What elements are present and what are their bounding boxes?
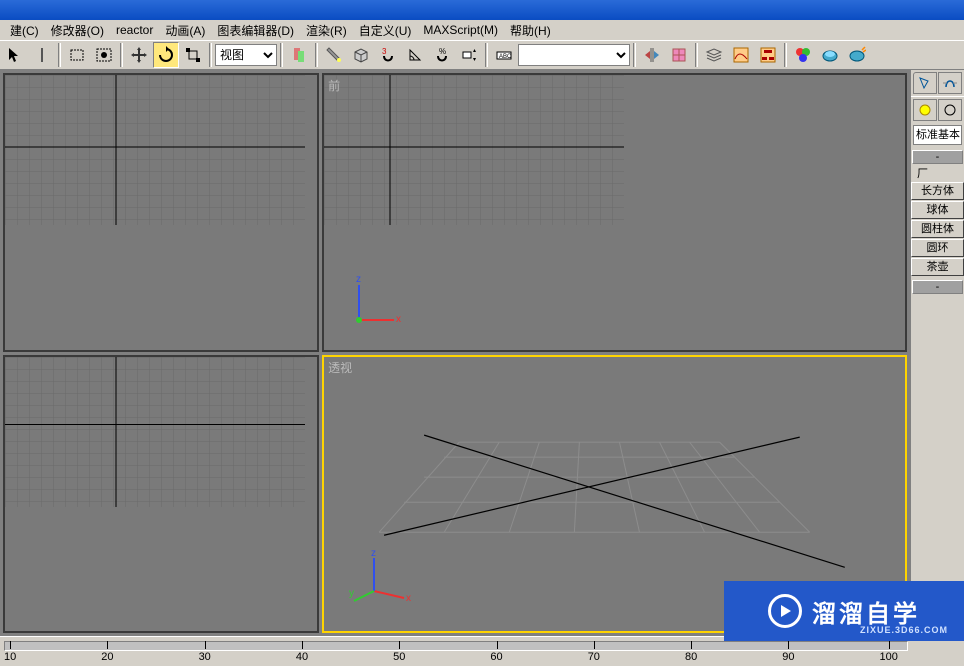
main-toolbar: 视图 3 % ABC: [0, 40, 964, 70]
create-sphere-button[interactable]: 球体: [911, 201, 964, 219]
tool-material-editor-icon[interactable]: [790, 42, 816, 68]
combo-coordinate[interactable]: 视图: [215, 44, 277, 66]
toolbar-separator: [280, 43, 283, 67]
tool-curve-editor-icon[interactable]: [728, 42, 754, 68]
watermark-title: 溜溜自学: [812, 594, 920, 629]
axis-gizmo-icon: x z: [339, 270, 409, 340]
tool-percent-snap[interactable]: %: [429, 42, 455, 68]
toolbar-separator: [485, 43, 488, 67]
tool-move[interactable]: [126, 42, 152, 68]
tool-mirror[interactable]: [639, 42, 665, 68]
tool-snap-3[interactable]: 3: [375, 42, 401, 68]
command-panel: 标准基本 - 厂 长方体 球体 圆柱体 圆环 茶壶 -: [910, 70, 964, 636]
menu-create[interactable]: 建(C): [4, 20, 45, 41]
viewport-grid: [5, 75, 305, 225]
tool-render-icon[interactable]: [817, 42, 843, 68]
tab-create[interactable]: [913, 72, 937, 94]
viewport-top-left[interactable]: [3, 73, 319, 352]
watermark-banner: 溜溜自学 ZIXUE.3D66.COM: [724, 581, 964, 641]
combo-named-selection[interactable]: [518, 44, 630, 66]
svg-text:z: z: [356, 274, 361, 285]
rollout-header[interactable]: -: [912, 150, 963, 164]
tab-modify[interactable]: [938, 72, 962, 94]
tool-align[interactable]: [666, 42, 692, 68]
toolbar-separator: [209, 43, 212, 67]
tool-spinner-snap[interactable]: [456, 42, 482, 68]
create-subtabs: [911, 96, 964, 123]
svg-text:3: 3: [382, 47, 387, 56]
command-panel-tabs: [911, 70, 964, 96]
create-teapot-button[interactable]: 茶壶: [911, 258, 964, 276]
menu-bar: 建(C) 修改器(O) reactor 动画(A) 图表编辑器(D) 渲染(R)…: [0, 20, 964, 40]
create-torus-button[interactable]: 圆环: [911, 239, 964, 257]
rollout-header-2[interactable]: -: [912, 280, 963, 294]
toolbar-separator: [695, 43, 698, 67]
create-type-combo[interactable]: 标准基本: [913, 125, 962, 145]
svg-text:%: %: [439, 47, 446, 56]
tool-pivot-center[interactable]: [286, 42, 312, 68]
tool-vsep-icon[interactable]: [29, 42, 55, 68]
menu-maxscript[interactable]: MAXScript(M): [417, 21, 504, 39]
viewport-front[interactable]: 前 x z: [322, 73, 907, 352]
tool-region-select[interactable]: [64, 42, 90, 68]
time-slider-track[interactable]: [4, 641, 908, 651]
watermark-play-icon: [768, 594, 802, 628]
tool-named-sel[interactable]: ABC: [491, 42, 517, 68]
viewport-grid: [324, 75, 624, 225]
workspace: 前 x z 透视: [0, 70, 964, 636]
menu-help[interactable]: 帮助(H): [504, 20, 557, 41]
viewport-label: 前: [328, 77, 340, 94]
viewport-grid: [5, 357, 305, 507]
watermark-sub: ZIXUE.3D66.COM: [860, 625, 948, 635]
toolbar-separator: [315, 43, 318, 67]
toolbar-separator: [58, 43, 61, 67]
tool-rotate[interactable]: [153, 42, 179, 68]
menu-graph-editor[interactable]: 图表编辑器(D): [211, 20, 300, 41]
subtab-geometry[interactable]: [913, 99, 937, 121]
tool-quick-render-icon[interactable]: [844, 42, 870, 68]
menu-reactor[interactable]: reactor: [110, 21, 159, 39]
toolbar-separator: [784, 43, 787, 67]
tool-box-icon[interactable]: [348, 42, 374, 68]
viewport-label: 透视: [328, 359, 352, 376]
time-tick-labels: 10 20 30 40 50 60 70 80 90 100: [4, 651, 908, 665]
tool-angle-snap[interactable]: [402, 42, 428, 68]
svg-text:ABC: ABC: [499, 54, 512, 60]
menu-modifier[interactable]: 修改器(O): [45, 20, 110, 41]
viewport-bottom-left[interactable]: [3, 355, 319, 634]
time-ruler[interactable]: 10 20 30 40 50 60 70 80 90 100: [4, 641, 908, 665]
svg-text:x: x: [396, 314, 401, 325]
menu-customize[interactable]: 自定义(U): [353, 20, 418, 41]
create-box-button[interactable]: 长方体: [911, 182, 964, 200]
menu-render[interactable]: 渲染(R): [300, 20, 353, 41]
title-bar: [0, 0, 964, 20]
viewports-grid: 前 x z 透视: [0, 70, 910, 636]
tool-window-select[interactable]: [91, 42, 117, 68]
toolbar-separator: [633, 43, 636, 67]
toolbar-separator: [120, 43, 123, 67]
create-cylinder-button[interactable]: 圆柱体: [911, 220, 964, 238]
tool-layers[interactable]: [701, 42, 727, 68]
tool-scale[interactable]: [180, 42, 206, 68]
subtab-shapes[interactable]: [938, 99, 962, 121]
auto-grid-check[interactable]: 厂: [911, 165, 964, 181]
tool-flashlight-icon[interactable]: [321, 42, 347, 68]
tool-arrow[interactable]: [2, 42, 28, 68]
tool-schematic-icon[interactable]: [755, 42, 781, 68]
menu-animation[interactable]: 动画(A): [159, 20, 211, 41]
